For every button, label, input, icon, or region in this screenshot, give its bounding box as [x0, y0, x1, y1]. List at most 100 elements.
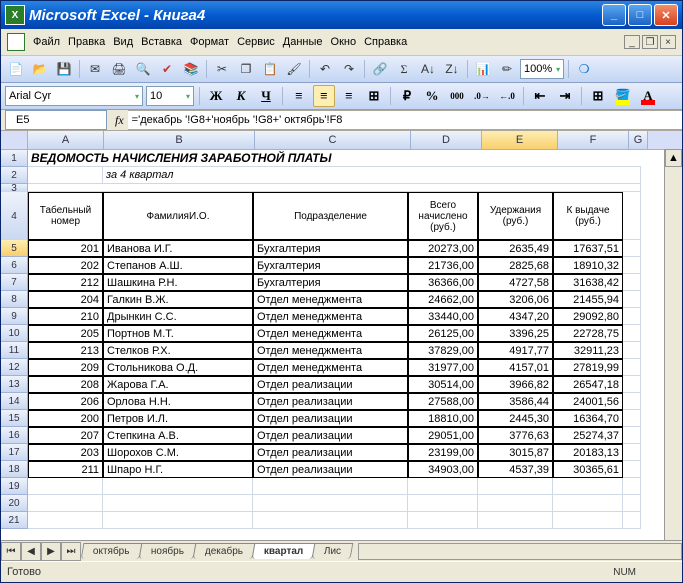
cell-dept[interactable]: Отдел менеджмента [253, 291, 408, 308]
cell-fio[interactable]: Шпаро Н.Г. [103, 461, 253, 478]
cell-fio[interactable]: Шашкина Р.Н. [103, 274, 253, 291]
cell[interactable] [623, 291, 641, 308]
cell-fio[interactable]: Иванова И.Г. [103, 240, 253, 257]
row-header[interactable]: 20 [1, 495, 28, 512]
cell-pay[interactable]: 17637,51 [553, 240, 623, 257]
row-header[interactable]: 8 [1, 291, 28, 308]
row-header[interactable]: 4 [1, 192, 28, 241]
col-header-b[interactable]: B [104, 131, 255, 149]
cell[interactable] [623, 461, 641, 478]
cell[interactable] [103, 495, 253, 512]
cell-tabno[interactable]: 206 [28, 393, 103, 410]
col-header-e[interactable]: E [482, 131, 558, 149]
cell[interactable] [623, 410, 641, 427]
cell-pay[interactable]: 30365,61 [553, 461, 623, 478]
cell-dept[interactable]: Бухгалтерия [253, 257, 408, 274]
inc-decimal-button[interactable]: .0→ [471, 85, 493, 107]
cell[interactable] [408, 512, 478, 529]
cell-dept[interactable]: Отдел менеджмента [253, 342, 408, 359]
paste-icon[interactable]: 📋 [259, 58, 281, 80]
vertical-scrollbar[interactable]: ▲ [664, 149, 682, 540]
header-tabno[interactable]: Табельный номер [28, 192, 103, 240]
sheet-tab[interactable]: Лис [312, 543, 354, 559]
col-header-d[interactable]: D [411, 131, 482, 149]
spell-icon[interactable]: ✔ [156, 58, 178, 80]
cell[interactable] [478, 495, 553, 512]
menu-tools[interactable]: Сервис [237, 36, 275, 48]
cell[interactable] [623, 274, 641, 291]
header-dept[interactable]: Подразделение [253, 192, 408, 240]
cell-fio[interactable]: Шорохов С.М. [103, 444, 253, 461]
cell-tabno[interactable]: 210 [28, 308, 103, 325]
hyperlink-icon[interactable]: 🔗 [369, 58, 391, 80]
menu-view[interactable]: Вид [113, 36, 133, 48]
cell[interactable] [28, 512, 103, 529]
workbook-icon[interactable] [7, 33, 25, 51]
format-painter-icon[interactable]: 🖌 [283, 58, 305, 80]
align-center-button[interactable]: ≡ [313, 85, 335, 107]
cell-total[interactable]: 20273,00 [408, 240, 478, 257]
comma-button[interactable]: 000 [446, 85, 468, 107]
cell[interactable] [28, 184, 641, 192]
cell-fio[interactable]: Степанов А.Ш. [103, 257, 253, 274]
cell-pay[interactable]: 31638,42 [553, 274, 623, 291]
cell-tabno[interactable]: 209 [28, 359, 103, 376]
cell[interactable] [623, 478, 641, 495]
sort-asc-icon[interactable]: A↓ [417, 58, 439, 80]
cell-deduct[interactable]: 4537,39 [478, 461, 553, 478]
cell-total[interactable]: 34903,00 [408, 461, 478, 478]
cell[interactable] [623, 444, 641, 461]
cell[interactable] [408, 495, 478, 512]
cell-dept[interactable]: Бухгалтерия [253, 240, 408, 257]
cell-deduct[interactable]: 2635,49 [478, 240, 553, 257]
cell-deduct[interactable]: 3396,25 [478, 325, 553, 342]
tab-first-icon[interactable]: ⏮ [1, 542, 21, 561]
bold-button[interactable]: Ж [205, 85, 227, 107]
cell-fio[interactable]: Дрынкин С.С. [103, 308, 253, 325]
row-header[interactable]: 2 [1, 167, 28, 184]
row-header[interactable]: 9 [1, 308, 28, 325]
cell[interactable] [623, 376, 641, 393]
select-all-corner[interactable] [1, 131, 28, 149]
tab-last-icon[interactable]: ⏭ [61, 542, 81, 561]
cell-total[interactable]: 27588,00 [408, 393, 478, 410]
cell-total[interactable]: 30514,00 [408, 376, 478, 393]
dec-decimal-button[interactable]: ←.0 [496, 85, 518, 107]
header-pay[interactable]: К выдаче (руб.) [553, 192, 623, 240]
italic-button[interactable]: К [230, 85, 252, 107]
cell-fio[interactable]: Галкин В.Ж. [103, 291, 253, 308]
col-header-g[interactable]: G [629, 131, 648, 149]
cell[interactable] [553, 495, 623, 512]
autosum-icon[interactable]: Σ [393, 58, 415, 80]
cell[interactable] [28, 167, 103, 184]
sort-desc-icon[interactable]: Z↓ [441, 58, 463, 80]
cell-tabno[interactable]: 203 [28, 444, 103, 461]
cell-tabno[interactable]: 200 [28, 410, 103, 427]
help-icon[interactable]: ❍ [573, 58, 595, 80]
cell-pay[interactable]: 25274,37 [553, 427, 623, 444]
research-icon[interactable]: 📚 [180, 58, 202, 80]
worksheet-grid[interactable]: A B C D E F G 1ВЕДОМОСТЬ НАЧИСЛЕНИЯ ЗАРА… [1, 131, 682, 540]
cell-tabno[interactable]: 202 [28, 257, 103, 274]
cell-pay[interactable]: 21455,94 [553, 291, 623, 308]
cell-dept[interactable]: Отдел реализации [253, 393, 408, 410]
menu-window[interactable]: Окно [331, 36, 357, 48]
cell[interactable] [623, 192, 641, 240]
cell[interactable] [623, 495, 641, 512]
header-deduct[interactable]: Удержания (руб.) [478, 192, 553, 240]
size-combo[interactable]: 10▾ [146, 86, 194, 106]
cell-deduct[interactable]: 2445,30 [478, 410, 553, 427]
align-left-button[interactable]: ≡ [288, 85, 310, 107]
row-header[interactable]: 21 [1, 512, 28, 529]
cell-deduct[interactable]: 3586,44 [478, 393, 553, 410]
cell-tabno[interactable]: 211 [28, 461, 103, 478]
cell-dept[interactable]: Отдел менеджмента [253, 325, 408, 342]
undo-icon[interactable]: ↶ [314, 58, 336, 80]
cell[interactable] [253, 512, 408, 529]
cell-fio[interactable]: Жарова Г.А. [103, 376, 253, 393]
row-header[interactable]: 6 [1, 257, 28, 274]
name-box[interactable]: E5 [5, 110, 107, 130]
col-header-c[interactable]: C [255, 131, 411, 149]
redo-icon[interactable]: ↷ [338, 58, 360, 80]
cell[interactable] [253, 495, 408, 512]
